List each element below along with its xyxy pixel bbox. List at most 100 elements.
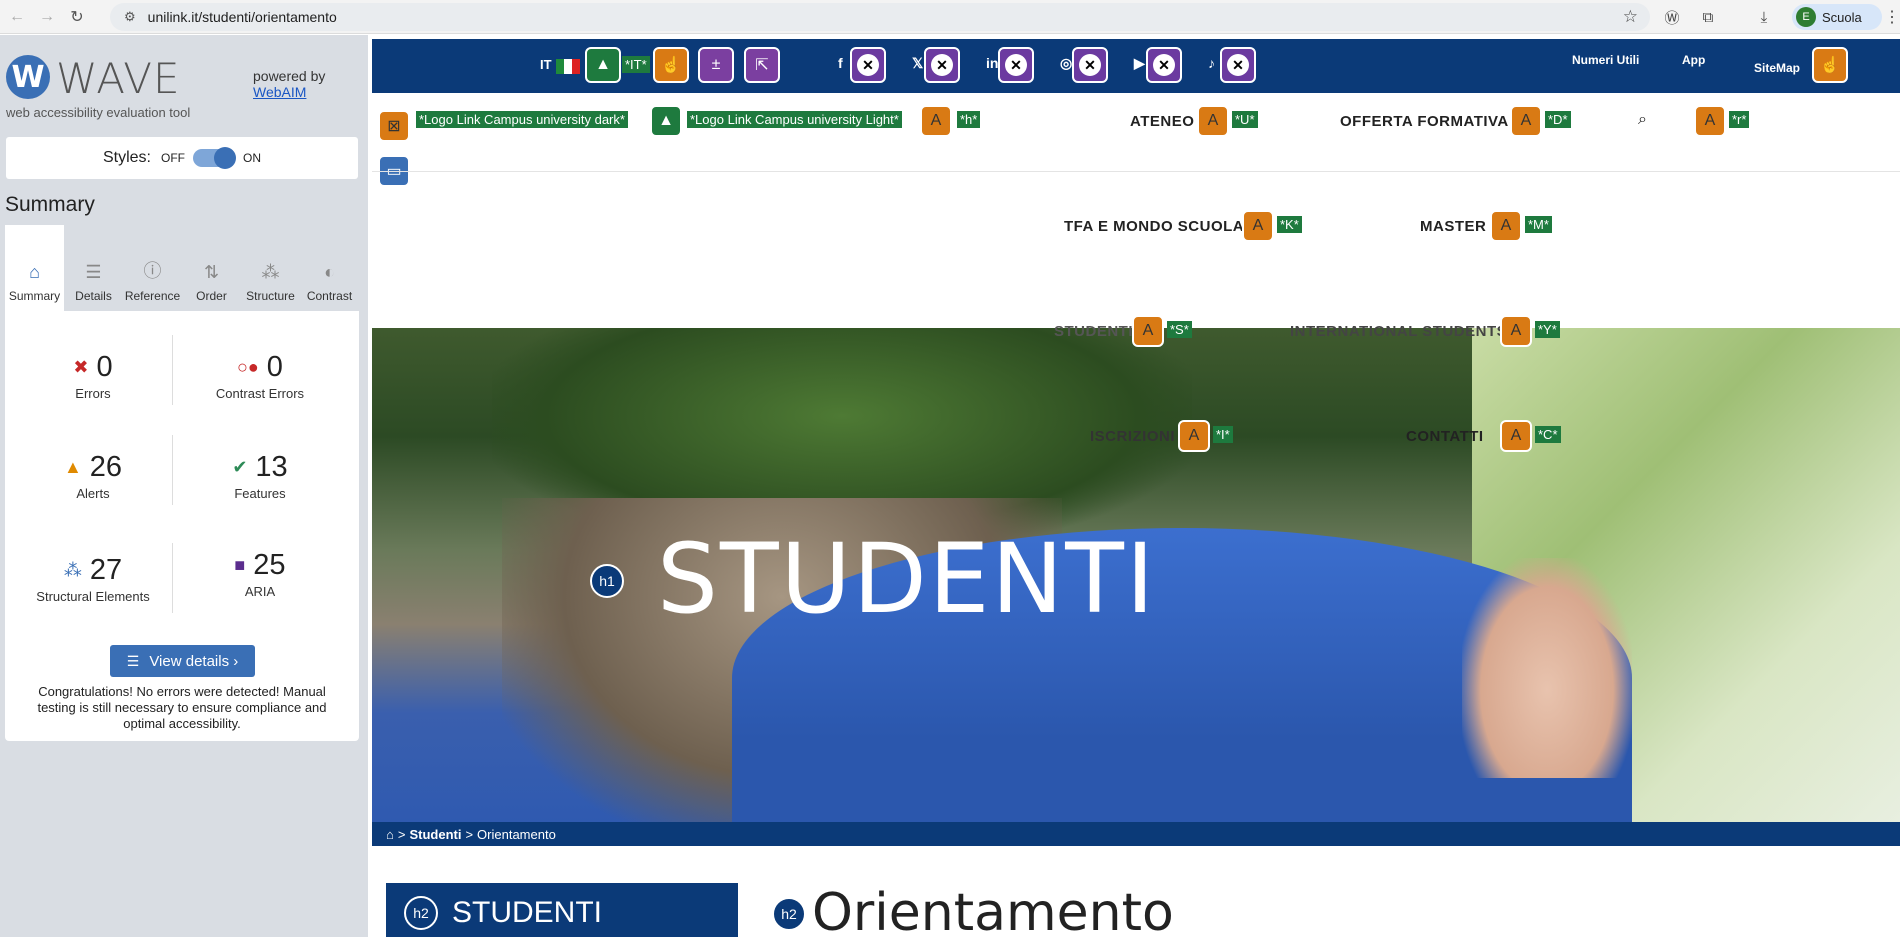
- nav-ateneo-tag: *U*: [1232, 111, 1258, 128]
- language-label[interactable]: IT: [540, 57, 552, 72]
- webaim-link[interactable]: WebAIM: [253, 84, 306, 100]
- instagram-icon[interactable]: ◎: [1060, 55, 1072, 72]
- congrats-message: Congratulations! No errors were detected…: [37, 684, 327, 731]
- logo-dark-alt: *Logo Link Campus university dark*: [416, 111, 628, 128]
- summary-heading: Summary: [5, 193, 95, 216]
- alert-icon: A: [1500, 315, 1532, 347]
- logo-light-alt: *Logo Link Campus university Light*: [687, 111, 902, 128]
- breadcrumb-studenti[interactable]: Studenti: [409, 827, 461, 842]
- alert-icon: A: [1242, 210, 1274, 242]
- alert-icon: ▲: [63, 457, 82, 477]
- alert-icon: A: [1500, 420, 1532, 452]
- list-icon: ☰: [85, 262, 102, 282]
- aria-hidden-icon: ✕: [1072, 47, 1108, 83]
- wave-extension-icon[interactable]: Ⓦ: [1660, 5, 1684, 29]
- alert-icon: A: [920, 105, 952, 137]
- app-link[interactable]: App: [1682, 53, 1705, 67]
- tab-structure[interactable]: ⁂ Structure: [241, 225, 300, 311]
- styles-toggle[interactable]: [193, 147, 236, 169]
- nav-tfa-tag: *K*: [1277, 216, 1302, 233]
- tab-details[interactable]: ☰ Details: [64, 225, 123, 311]
- profile-button[interactable]: E Scuola: [1792, 4, 1882, 30]
- back-icon[interactable]: ←: [4, 4, 30, 30]
- contrast-icon: ◐: [324, 262, 335, 282]
- site-settings-icon[interactable]: ⚙: [124, 9, 136, 25]
- aria-hidden-icon: ✕: [850, 47, 886, 83]
- youtube-icon[interactable]: ▶: [1134, 55, 1145, 72]
- nav-ateneo[interactable]: ATENEO: [1130, 113, 1194, 130]
- structure-icon: ⁂: [261, 262, 280, 282]
- list-icon: ☰: [126, 652, 140, 669]
- alert-click-icon: ☝: [653, 47, 689, 83]
- tab-contrast[interactable]: ◐ Contrast: [300, 225, 359, 311]
- nav-master-tag: *M*: [1525, 216, 1552, 233]
- linkedin-icon[interactable]: in: [986, 55, 998, 71]
- h2-badge-icon: h2: [404, 896, 438, 930]
- page-content: IT ▲ *IT* ☝ ± ⇱ f ✕ 𝕏 ✕ in ✕ ◎ ✕ ▶ ✕ ♪ ✕…: [372, 35, 1900, 937]
- errors-stat: ✖ 0 Errors: [73, 351, 113, 401]
- wave-title: WAVE: [56, 54, 181, 103]
- breadcrumb-current: Orientamento: [477, 826, 556, 842]
- tab-reference[interactable]: ⓘ Reference: [123, 225, 182, 311]
- numeri-utili-link[interactable]: Numeri Utili: [1572, 53, 1639, 67]
- nav-tfa-mondo-scuola[interactable]: TFA E MONDO SCUOLA: [1064, 218, 1244, 235]
- sitemap-link[interactable]: SiteMap: [1754, 61, 1800, 75]
- features-stat: ✔ 13 Features: [232, 451, 288, 501]
- search-tag: *r*: [1729, 111, 1750, 128]
- browser-menu-icon[interactable]: ⋮: [1884, 7, 1900, 27]
- styles-on-label: ON: [243, 151, 261, 165]
- tab-order[interactable]: ⇅ Order: [182, 225, 241, 311]
- alert-icon: A: [1490, 210, 1522, 242]
- top-bar: IT ▲ *IT* ☝ ± ⇱ f ✕ 𝕏 ✕ in ✕ ◎ ✕ ▶ ✕ ♪ ✕…: [372, 39, 1900, 93]
- reload-icon[interactable]: ↻: [64, 4, 90, 30]
- alert-icon: A: [1132, 315, 1164, 347]
- forward-icon[interactable]: →: [34, 4, 60, 30]
- page-title: Orientamento: [812, 883, 1174, 937]
- download-icon[interactable]: ⤓: [1752, 5, 1776, 29]
- nav-international-tag: *Y*: [1535, 321, 1560, 338]
- wave-logo-icon: W: [6, 55, 50, 99]
- browser-toolbar: ← → ↻ ⚙ unilink.it/studenti/orientamento…: [0, 0, 1900, 34]
- avatar: E: [1796, 7, 1816, 27]
- order-icon: ⇅: [203, 262, 220, 282]
- alert-icon: A: [1178, 420, 1210, 452]
- alert-icon: A: [1510, 105, 1542, 137]
- nav-contatti-tag: *C*: [1535, 426, 1561, 443]
- h-tag: *h*: [957, 111, 981, 128]
- facebook-icon[interactable]: f: [838, 55, 843, 71]
- structure-tree-icon: ⁂: [63, 560, 82, 580]
- view-details-button[interactable]: ☰ View details ›: [110, 645, 255, 677]
- nav-iscrizioni[interactable]: ISCRIZIONI: [1090, 428, 1175, 445]
- extensions-puzzle-icon[interactable]: ⧉: [1696, 5, 1720, 29]
- bookmark-star-icon[interactable]: ☆: [1623, 7, 1638, 27]
- aria-expanded-icon: ±: [698, 47, 734, 83]
- nav-master[interactable]: MASTER: [1420, 218, 1486, 235]
- structural-stat: ⁂ 27 Structural Elements: [36, 554, 150, 604]
- nav-international-students[interactable]: INTERNATIONAL STUDENTS: [1290, 323, 1507, 340]
- nav-offerta-formativa[interactable]: OFFERTA FORMATIVA: [1340, 113, 1509, 130]
- address-bar[interactable]: ⚙ unilink.it/studenti/orientamento ☆: [110, 3, 1650, 31]
- contrast-error-icon: ○●: [237, 357, 259, 377]
- wave-sidebar: W WAVE web accessibility evaluation tool…: [0, 35, 368, 937]
- tiktok-icon[interactable]: ♪: [1208, 55, 1215, 71]
- nav-iscrizioni-tag: *I*: [1213, 426, 1233, 443]
- contrast-errors-stat: ○● 0 Contrast Errors: [215, 351, 305, 401]
- search-icon[interactable]: ⌕: [1638, 111, 1647, 129]
- aria-hidden-icon: ✕: [1146, 47, 1182, 83]
- nav-contatti[interactable]: CONTATTI: [1406, 428, 1484, 445]
- hero-title: STUDENTI: [657, 523, 1157, 635]
- aria-stat: ■ 25 ARIA: [234, 549, 286, 599]
- nav-offerta-tag: *D*: [1545, 111, 1571, 128]
- feature-check-icon: ✔: [232, 457, 248, 477]
- hero-image: h1 STUDENTI: [372, 328, 1900, 822]
- lang-alt-tag: *IT*: [622, 56, 650, 73]
- home-icon: ⌂: [29, 262, 40, 282]
- italian-flag-icon: [556, 59, 580, 74]
- tab-summary[interactable]: ⌂ Summary: [5, 225, 64, 311]
- nav-studenti[interactable]: STUDENTI: [1054, 323, 1133, 340]
- aria-hidden-icon: ✕: [998, 47, 1034, 83]
- styles-off-label: OFF: [161, 151, 185, 165]
- aria-hidden-icon: ✕: [1220, 47, 1256, 83]
- home-icon[interactable]: ⌂: [386, 827, 394, 842]
- x-twitter-icon[interactable]: 𝕏: [912, 55, 923, 72]
